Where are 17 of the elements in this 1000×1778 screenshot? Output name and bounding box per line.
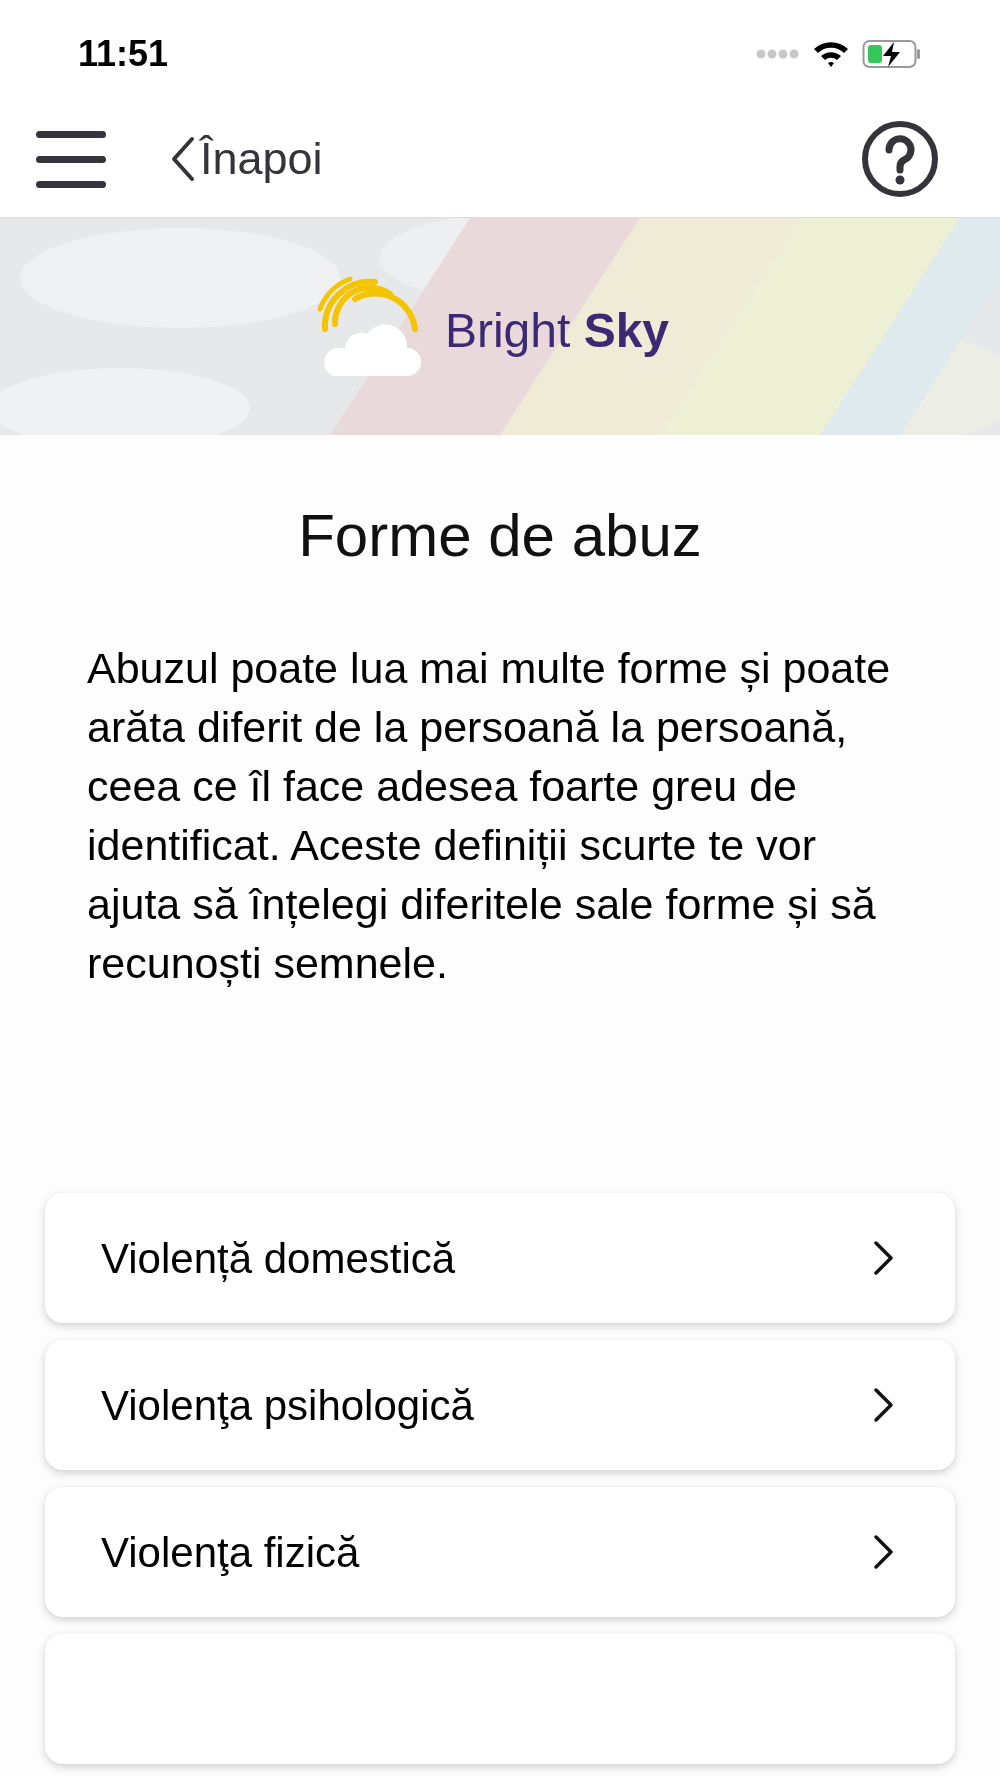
list-item[interactable]: Violenţa psihologică [45,1340,955,1470]
status-time: 11:51 [78,32,169,76]
back-button[interactable]: Înapoi [170,124,323,193]
brand-name: Bright Sky [444,302,670,359]
intro-paragraph: Abuzul poate lua mai multe forme și poate arăta diferit de la persoană la persoană, ceea ce îl face adesea foarte greu de identificat. Aceste definiții scurte te vor ajuta să înțelegi diferitele sale forme și să recunoști semnele. [87,643,892,989]
chevron-right-icon [873,1534,895,1570]
signal-icon [756,49,800,59]
chevron-left-icon [170,135,196,182]
list-item[interactable]: Violenţa fizică [45,1487,955,1617]
list-item[interactable]: Violență domestică [45,1193,955,1323]
battery-charging-icon [862,39,922,69]
help-icon[interactable] [860,118,940,199]
menu-icon[interactable] [36,128,108,189]
page-title: Forme de abuz [297,501,703,571]
chevron-right-icon [873,1240,895,1276]
wifi-icon [812,39,850,69]
chevron-right-icon [873,1387,895,1423]
